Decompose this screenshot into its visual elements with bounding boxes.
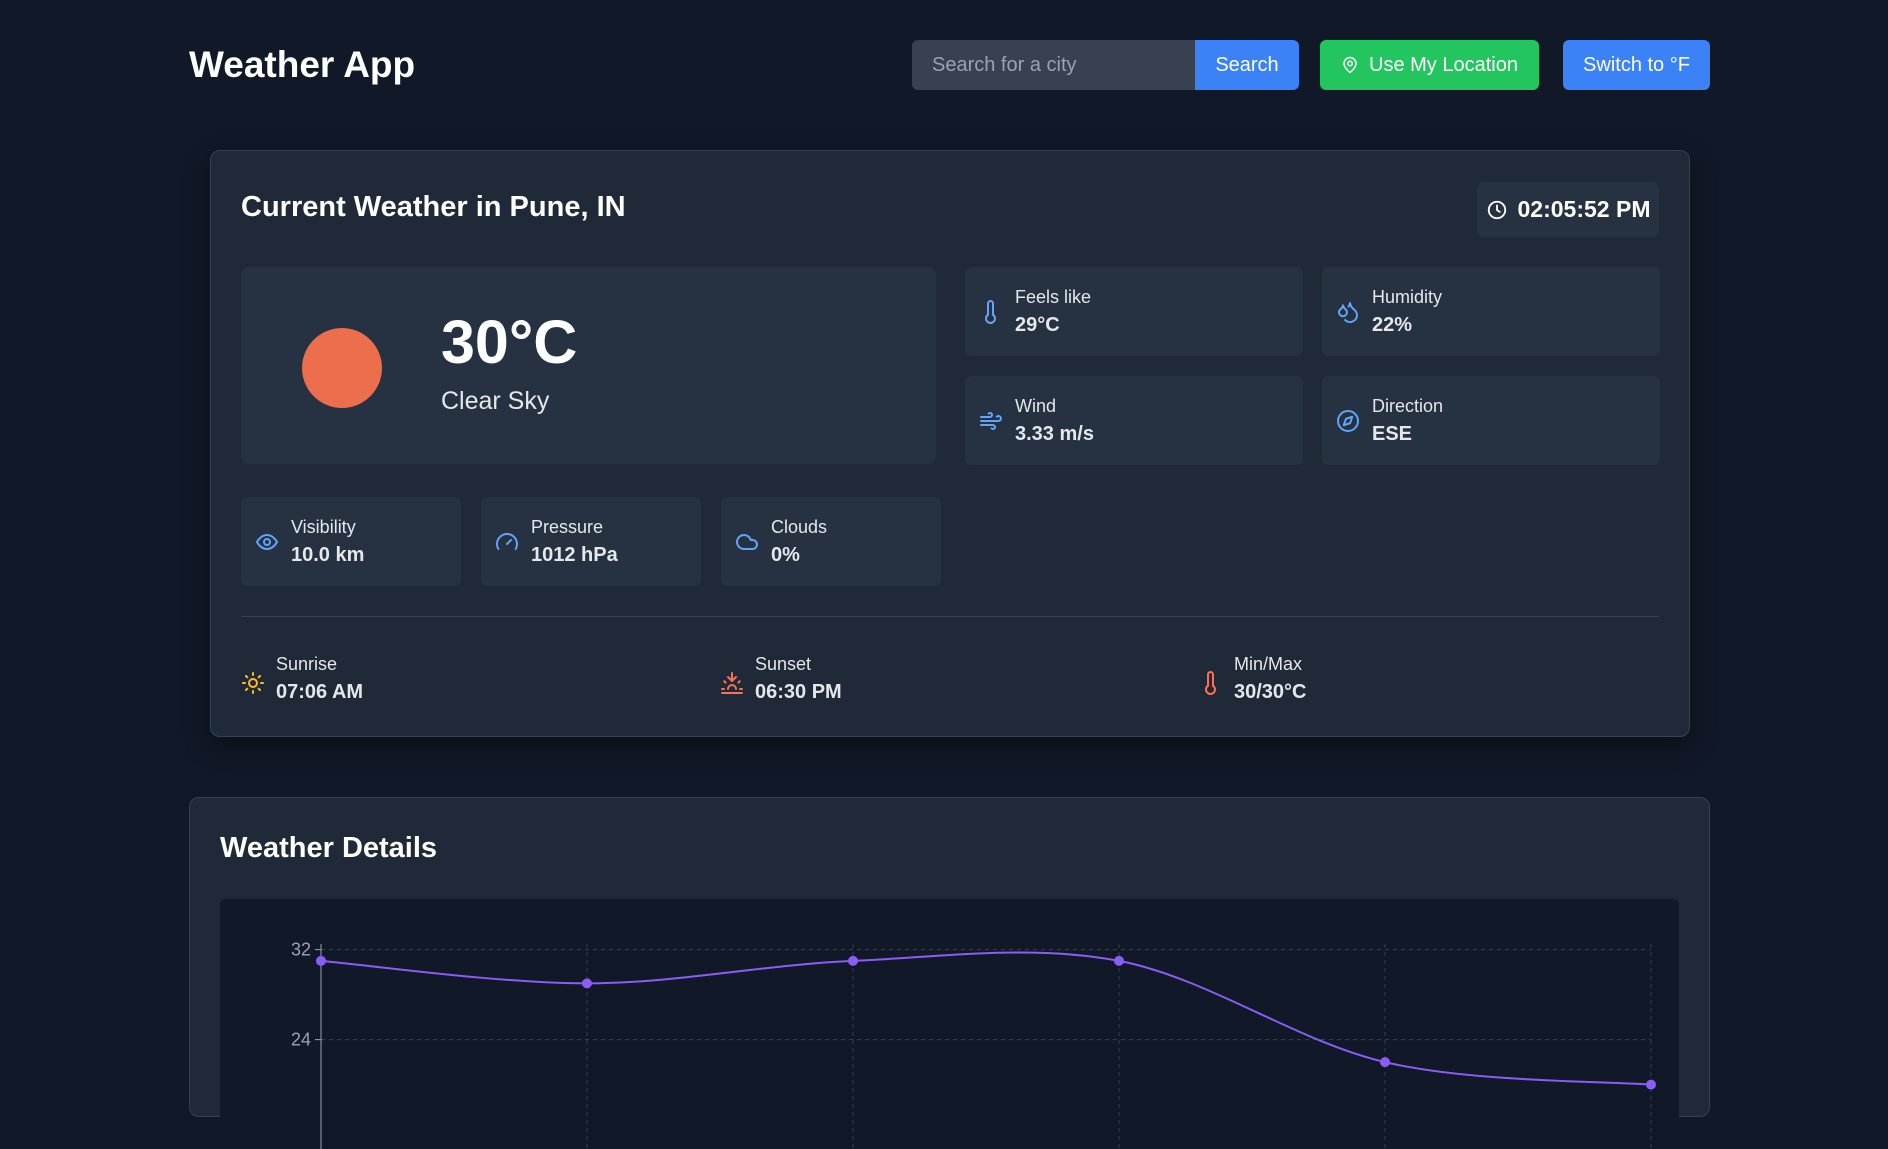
sunset-value: 06:30 PM xyxy=(755,681,842,703)
data-point xyxy=(848,955,858,966)
direction-stat: Direction ESE xyxy=(1322,376,1660,465)
divider xyxy=(241,616,1659,617)
main-weather-panel: 30°C Clear Sky xyxy=(241,267,936,464)
app-title: Weather App xyxy=(189,44,416,85)
clouds-label: Clouds xyxy=(771,517,828,537)
direction-value: ESE xyxy=(1372,423,1413,445)
series-line xyxy=(320,951,1652,1086)
clouds-stat: Clouds 0% xyxy=(721,497,941,586)
feels-like-stat: Feels like 29°C xyxy=(965,267,1303,356)
wind-label: Wind xyxy=(1015,396,1057,416)
feels-like-value: 29°C xyxy=(1015,314,1060,336)
minmax-item: Min/Max 30/30°C xyxy=(1199,651,1499,711)
data-point xyxy=(582,978,592,989)
y-tick-label: 32 xyxy=(291,940,311,960)
sun-icon xyxy=(302,328,382,408)
weather-chart: 24 32 xyxy=(220,899,1679,1149)
sunset-item: Sunset 06:30 PM xyxy=(720,651,1020,711)
sunrise-item: Sunrise 07:06 AM xyxy=(241,651,541,711)
use-my-location-label: Use My Location xyxy=(1369,53,1518,76)
data-point xyxy=(1646,1079,1656,1090)
switch-unit-button[interactable]: Switch to °F xyxy=(1563,40,1710,90)
pressure-stat: Pressure 1012 hPa xyxy=(481,497,701,586)
weather-description: Clear Sky xyxy=(441,387,550,415)
data-point xyxy=(1114,955,1124,966)
wind-value: 3.33 m/s xyxy=(1015,423,1094,445)
pressure-label: Pressure xyxy=(531,517,604,537)
sunrise-label: Sunrise xyxy=(276,654,338,674)
thermometer-icon xyxy=(985,299,996,324)
feels-like-label: Feels like xyxy=(1015,287,1092,307)
visibility-label: Visibility xyxy=(291,517,356,537)
header: Weather App Search Use My Location Switc… xyxy=(189,40,1710,90)
map-pin-icon xyxy=(1343,56,1357,74)
humidity-value: 22% xyxy=(1372,314,1413,336)
thermometer-icon xyxy=(1205,671,1216,695)
wind-stat: Wind 3.33 m/s xyxy=(965,376,1303,465)
current-time: 02:05:52 PM xyxy=(1517,196,1651,222)
eye-icon xyxy=(255,533,279,550)
visibility-value: 10.0 km xyxy=(291,544,365,566)
search-input[interactable] xyxy=(912,40,1195,90)
sunset-label: Sunset xyxy=(755,654,812,674)
cloud-icon xyxy=(736,533,758,550)
data-point xyxy=(1380,1057,1390,1068)
clouds-value: 0% xyxy=(771,544,800,566)
weather-details-card: Weather Details 24 32 xyxy=(189,797,1710,1149)
pressure-value: 1012 hPa xyxy=(531,544,618,566)
y-tick-label: 24 xyxy=(291,1030,311,1050)
minmax-value: 30/30°C xyxy=(1234,681,1307,703)
temperature: 30°C xyxy=(441,308,578,376)
compass-icon xyxy=(1337,409,1359,432)
direction-label: Direction xyxy=(1372,396,1444,416)
visibility-stat: Visibility 10.0 km xyxy=(241,497,461,586)
droplets-icon xyxy=(1338,301,1359,323)
search-button[interactable]: Search xyxy=(1195,40,1299,90)
current-weather-title: Current Weather in Pune, IN xyxy=(241,191,626,223)
use-my-location-button[interactable]: Use My Location xyxy=(1320,40,1539,90)
data-point xyxy=(316,955,326,966)
weather-details-title: Weather Details xyxy=(220,832,438,864)
clock-icon xyxy=(1487,200,1506,219)
humidity-label: Humidity xyxy=(1372,287,1443,307)
current-weather-card: Current Weather in Pune, IN 02:05:52 PM … xyxy=(210,150,1690,737)
gauge-icon xyxy=(496,532,518,550)
chart-svg: 24 32 xyxy=(291,940,1656,1149)
wind-icon xyxy=(980,411,1002,430)
humidity-stat: Humidity 22% xyxy=(1322,267,1660,356)
sunrise-value: 07:06 AM xyxy=(276,681,364,703)
search-bar: Search xyxy=(912,40,1299,90)
sunset-icon xyxy=(721,672,743,694)
sunrise-icon xyxy=(242,672,264,694)
time-badge: 02:05:52 PM xyxy=(1477,182,1659,237)
minmax-label: Min/Max xyxy=(1234,654,1303,674)
